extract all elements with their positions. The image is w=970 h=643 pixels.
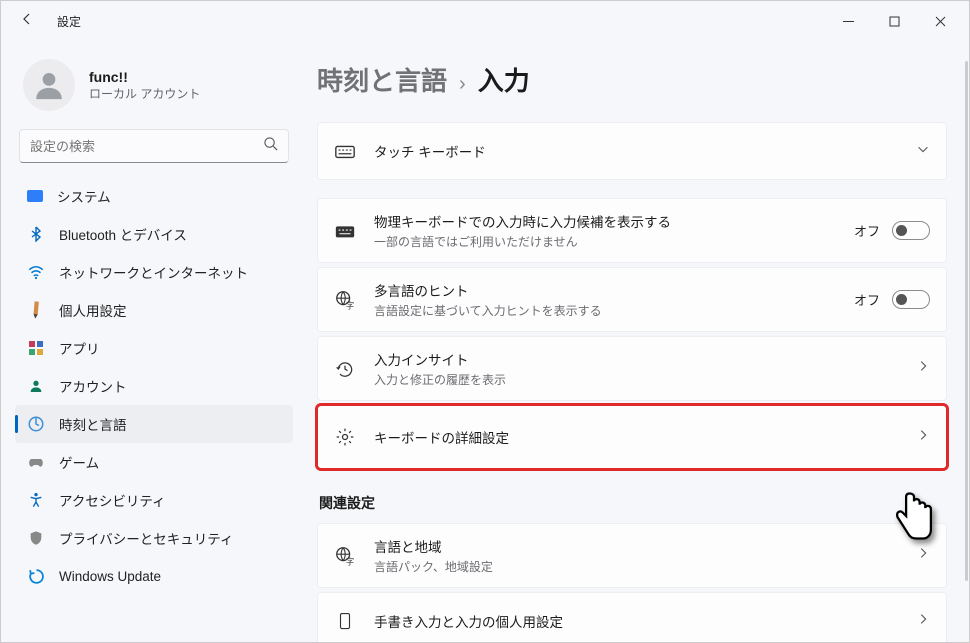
nav-label: ネットワークとインターネット bbox=[59, 262, 248, 282]
profile-name: func!! bbox=[89, 69, 200, 85]
maximize-button[interactable] bbox=[871, 5, 917, 37]
history-icon bbox=[334, 358, 356, 380]
accessibility-icon bbox=[27, 491, 45, 509]
globe-text-icon: 字 bbox=[334, 545, 356, 567]
nav-bluetooth[interactable]: Bluetooth とデバイス bbox=[15, 215, 293, 253]
card-subtitle: 言語パック、地域設定 bbox=[374, 558, 898, 575]
search-box[interactable] bbox=[19, 129, 289, 163]
chevron-right-icon bbox=[916, 546, 930, 565]
nav-windows-update[interactable]: Windows Update bbox=[15, 557, 293, 595]
nav-privacy[interactable]: プライバシーとセキュリティ bbox=[15, 519, 293, 557]
sidebar: func!! ローカル アカウント システム Bluetooth とデバイス ネ… bbox=[1, 41, 301, 642]
chevron-right-icon bbox=[916, 359, 930, 378]
gear-icon bbox=[334, 426, 356, 448]
device-icon bbox=[334, 610, 356, 632]
card-title: タッチ キーボード bbox=[374, 141, 898, 161]
card-handwriting-personalization[interactable]: 手書き入力と入力の個人用設定 bbox=[317, 592, 947, 642]
gamepad-icon bbox=[27, 453, 45, 471]
back-button[interactable] bbox=[19, 11, 49, 32]
minimize-button[interactable] bbox=[825, 5, 871, 37]
nav-apps[interactable]: アプリ bbox=[15, 329, 293, 367]
card-subtitle: 言語設定に基づいて入力ヒントを表示する bbox=[374, 302, 836, 319]
card-input-insights[interactable]: 入力インサイト 入力と修正の履歴を表示 bbox=[317, 336, 947, 401]
keyboard-solid-icon bbox=[334, 220, 356, 242]
nav-gaming[interactable]: ゲーム bbox=[15, 443, 293, 481]
profile-block[interactable]: func!! ローカル アカウント bbox=[15, 49, 293, 129]
card-subtitle: 一部の言語ではご利用いただけません bbox=[374, 233, 836, 250]
nav-accessibility[interactable]: アクセシビリティ bbox=[15, 481, 293, 519]
apps-icon bbox=[27, 339, 45, 357]
card-title: 物理キーボードでの入力時に入力候補を表示する bbox=[374, 211, 836, 231]
toggle-state-label: オフ bbox=[854, 290, 880, 309]
globe-clock-icon bbox=[27, 415, 45, 433]
card-touch-keyboard[interactable]: タッチ キーボード bbox=[317, 122, 947, 180]
shield-icon bbox=[27, 529, 45, 547]
nav-accounts[interactable]: アカウント bbox=[15, 367, 293, 405]
card-title: キーボードの詳細設定 bbox=[374, 427, 898, 447]
breadcrumb-current: 入力 bbox=[478, 61, 530, 98]
window-title: 設定 bbox=[49, 13, 81, 30]
bluetooth-icon bbox=[27, 225, 45, 243]
wifi-icon bbox=[27, 263, 45, 281]
globe-text-icon: 字 bbox=[334, 289, 356, 311]
nav-label: アプリ bbox=[59, 338, 100, 358]
keyboard-icon bbox=[334, 140, 356, 162]
toggle-state-label: オフ bbox=[854, 221, 880, 240]
close-button[interactable] bbox=[917, 5, 963, 37]
nav-label: Windows Update bbox=[59, 569, 161, 584]
nav-time-language[interactable]: 時刻と言語 bbox=[15, 405, 293, 443]
person-icon bbox=[27, 377, 45, 395]
nav-label: 時刻と言語 bbox=[59, 414, 127, 434]
nav-personalization[interactable]: 個人用設定 bbox=[15, 291, 293, 329]
toggle-switch[interactable] bbox=[892, 221, 930, 240]
toggle-switch[interactable] bbox=[892, 290, 930, 309]
nav-label: 個人用設定 bbox=[59, 300, 127, 320]
card-multilingual-hints[interactable]: 字 多言語のヒント 言語設定に基づいて入力ヒントを表示する オフ bbox=[317, 267, 947, 332]
nav-system[interactable]: システム bbox=[15, 177, 293, 215]
update-icon bbox=[27, 567, 45, 585]
main-content: 時刻と言語 › 入力 タッチ キーボード 物理キーボードでの入力時に入力候補を表… bbox=[301, 41, 969, 642]
card-advanced-keyboard-settings[interactable]: キーボードの詳細設定 bbox=[317, 405, 947, 469]
search-input[interactable] bbox=[30, 139, 263, 154]
nav-label: システム bbox=[57, 186, 111, 206]
related-settings-heading: 関連設定 bbox=[319, 493, 947, 513]
chevron-down-icon bbox=[916, 142, 930, 161]
brush-icon bbox=[23, 297, 48, 322]
display-icon bbox=[27, 190, 43, 202]
nav-label: アクセシビリティ bbox=[59, 490, 166, 510]
card-title: 多言語のヒント bbox=[374, 280, 836, 300]
nav-label: アカウント bbox=[59, 376, 127, 396]
nav-label: Bluetooth とデバイス bbox=[59, 224, 187, 244]
card-subtitle: 入力と修正の履歴を表示 bbox=[374, 371, 898, 388]
svg-text:字: 字 bbox=[346, 300, 354, 310]
breadcrumb: 時刻と言語 › 入力 bbox=[317, 53, 947, 122]
card-title: 入力インサイト bbox=[374, 349, 898, 369]
card-title: 手書き入力と入力の個人用設定 bbox=[374, 611, 898, 631]
scrollbar[interactable] bbox=[965, 61, 968, 581]
card-title: 言語と地域 bbox=[374, 536, 898, 556]
svg-text:字: 字 bbox=[346, 556, 354, 566]
card-physical-keyboard-suggestions[interactable]: 物理キーボードでの入力時に入力候補を表示する 一部の言語ではご利用いただけません… bbox=[317, 198, 947, 263]
card-language-region[interactable]: 字 言語と地域 言語パック、地域設定 bbox=[317, 523, 947, 588]
chevron-right-icon bbox=[916, 612, 930, 631]
search-icon bbox=[263, 136, 278, 156]
breadcrumb-parent[interactable]: 時刻と言語 bbox=[317, 61, 447, 98]
chevron-right-icon bbox=[916, 428, 930, 447]
chevron-right-icon: › bbox=[459, 73, 466, 96]
nav-network[interactable]: ネットワークとインターネット bbox=[15, 253, 293, 291]
avatar bbox=[23, 59, 75, 111]
nav-label: ゲーム bbox=[59, 452, 99, 472]
nav-label: プライバシーとセキュリティ bbox=[59, 528, 233, 548]
profile-sub: ローカル アカウント bbox=[89, 85, 200, 102]
